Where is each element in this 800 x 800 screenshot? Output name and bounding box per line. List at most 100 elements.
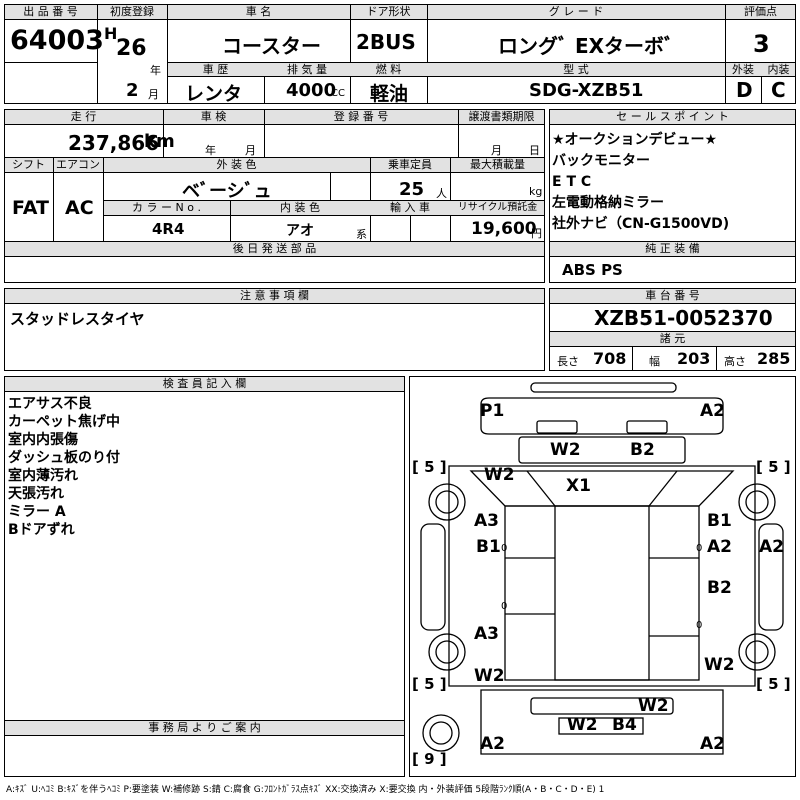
small-mark: 0: [501, 601, 508, 612]
damage-mark: W2: [484, 465, 515, 485]
damage-mark: A2: [700, 734, 725, 754]
height-label: 高さ: [724, 355, 746, 368]
grade: ロングﾞ EXターボﾞ: [498, 34, 675, 58]
ac: AC: [65, 197, 94, 219]
inspector-line: エアサス不良: [8, 396, 92, 412]
insp-month-unit: 月: [245, 144, 256, 157]
door-type: 2BUS: [356, 30, 416, 54]
inspector-notes: エアサス不良 カーペット焦げ中 室内内張傷 ダッシュ板のり付 室内薄汚れ 天張汚…: [8, 395, 120, 539]
spec-label: 諸 元: [659, 332, 686, 345]
equip-label: 純 正 装 備: [645, 242, 700, 255]
body-color: ベﾞーシﾞュ: [182, 181, 272, 202]
inspection-label: 車 検: [200, 110, 227, 123]
reg-year: 26: [116, 36, 147, 61]
damage-mark: A2: [480, 734, 505, 754]
model: SDG-XZB51: [529, 80, 644, 101]
history-label: 車 歴: [202, 63, 229, 76]
tire-tread: [ 5 ]: [412, 458, 447, 476]
displacement: 4000: [286, 80, 337, 101]
damage-mark: B2: [707, 578, 732, 598]
inspector-line: 室内薄汚れ: [8, 468, 78, 484]
notes-label: 注 意 事 項 欄: [240, 289, 309, 302]
color-label: 外 装 色: [216, 158, 257, 171]
shift-label: シフト: [12, 158, 45, 171]
mileage-label: 走 行: [70, 110, 97, 123]
damage-mark: B4: [612, 715, 637, 735]
grade-label: グ レ ー ド: [548, 5, 604, 18]
inspector-line: ダッシュ板のり付: [8, 450, 120, 466]
sales-line: 左電動格納ミラー: [552, 195, 664, 211]
damage-mark: W2: [638, 696, 669, 716]
score-label: 評価点: [744, 5, 777, 18]
lot-label: 出 品 番 号: [23, 5, 78, 18]
model-label: 型 式: [563, 63, 589, 76]
lot-number: 64003: [10, 25, 104, 56]
sales-line: ★オークションデビュー★: [552, 132, 718, 148]
chassis-label: 車 台 番 号: [645, 289, 700, 302]
inspector-label: 検 査 員 記 入 欄: [162, 377, 247, 390]
small-mark: 0: [696, 543, 703, 554]
insp-year-unit: 年: [205, 144, 216, 157]
inspector-line: カーペット焦げ中: [8, 414, 120, 430]
first-reg-label: 初度登録: [110, 5, 154, 18]
sales-line: 社外ナビ（CN-G1500VD): [552, 216, 730, 232]
damage-mark: B1: [707, 511, 732, 531]
damage-mark: B2: [630, 440, 655, 460]
chassis-number: XZB51-0052370: [594, 306, 773, 330]
int-color-label: 内 装 色: [280, 201, 320, 214]
delivery-parts-label: 後 日 発 送 部 品: [232, 242, 317, 255]
damage-mark: A2: [707, 537, 732, 557]
inspector-line: Bドアずれ: [8, 522, 75, 538]
damage-mark: W2: [550, 440, 581, 460]
sales-points: ★オークションデビュー★ バックモニター E T C 左電動格納ミラー 社外ナビ…: [552, 130, 729, 235]
damage-mark: A3: [474, 511, 499, 531]
notes-text: スタッドレスタイヤ: [10, 310, 145, 328]
length: 708: [593, 349, 627, 368]
int-color: アオ: [286, 223, 314, 239]
width-label: 幅: [649, 355, 660, 368]
displacement-label: 排 気 量: [287, 63, 327, 76]
damage-mark: A3: [474, 624, 499, 644]
sales-line: バックモニター: [552, 153, 650, 169]
ext-label: 外装: [732, 63, 754, 76]
color-no: 4R4: [152, 220, 185, 238]
color-no-label: カ ラ ー N o .: [132, 201, 201, 214]
load-unit: kg: [529, 185, 543, 198]
int-grade: C: [771, 78, 786, 102]
tire-tread: [ 5 ]: [756, 675, 791, 693]
history: レンタ: [185, 83, 243, 105]
damage-mark: W2: [704, 655, 735, 675]
seats: 25: [399, 179, 425, 200]
inspector-line: 天張汚れ: [8, 486, 64, 502]
office-label: 事 務 局 よ り ご 案 内: [148, 721, 261, 734]
mileage-unit: km: [144, 131, 175, 152]
car-name: コースター: [222, 34, 321, 58]
legend: A:ｷｽﾞ U:ﾍｺﾐ B:ｷｽﾞを伴うﾍｺﾐ P:要塗装 W:補修跡 S:錆 …: [6, 785, 605, 795]
load-label: 最大積載量: [470, 158, 525, 171]
int-label: 内装: [767, 63, 790, 76]
transfer-label: 譲渡書類期限: [468, 110, 535, 123]
fuel: 軽油: [370, 83, 409, 105]
length-label: 長さ: [557, 355, 579, 368]
damage-mark: P1: [480, 401, 505, 421]
sales-label: セ ー ル ス ポ イ ン ト: [616, 110, 729, 123]
height: 285: [757, 349, 791, 368]
fuel-label: 燃 料: [375, 63, 402, 76]
car-name-label: 車 名: [245, 5, 272, 18]
transfer-month-unit: 月: [491, 144, 502, 157]
damage-mark: A2: [700, 401, 725, 421]
inspector-line: ミラー A: [8, 504, 66, 520]
damage-mark: W2: [474, 666, 505, 686]
displacement-unit: CC: [331, 88, 345, 99]
reg-number-label: 登 録 番 号: [333, 110, 389, 123]
tire-tread: [ 5 ]: [756, 458, 791, 476]
damage-mark: W2: [567, 715, 598, 735]
tire-tread: [ 9 ]: [412, 750, 447, 768]
small-mark: 0: [501, 543, 508, 554]
ac-label: エアコン: [56, 158, 100, 171]
transfer-day-unit: 日: [529, 144, 540, 157]
month-unit: 月: [148, 88, 159, 101]
damage-mark: B1: [476, 537, 501, 557]
reg-month: 2: [126, 80, 139, 101]
width: 203: [677, 349, 711, 368]
